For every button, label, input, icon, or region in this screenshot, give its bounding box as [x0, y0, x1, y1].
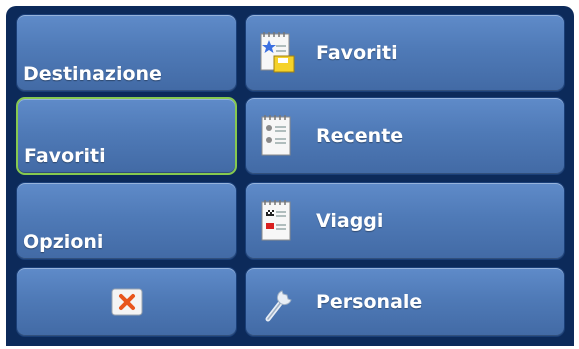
favoriti-tab-button[interactable]: Favoriti [16, 97, 237, 175]
viaggi-label: Viaggi [316, 210, 384, 232]
favoriti-list-label: Favoriti [316, 42, 398, 64]
destinazione-label: Destinazione [23, 63, 162, 85]
close-button[interactable] [16, 267, 237, 337]
recent-notepad-icon [261, 115, 291, 156]
viaggi-button[interactable]: Viaggi [245, 182, 565, 260]
opzioni-label: Opzioni [23, 231, 104, 253]
personale-label: Personale [316, 291, 423, 313]
trips-notepad-icon [261, 200, 291, 241]
opzioni-button[interactable]: Opzioni [16, 182, 237, 260]
destinazione-button[interactable]: Destinazione [16, 14, 237, 92]
favorites-notepad-icon [260, 32, 295, 73]
favoriti-tab-label: Favoriti [24, 145, 106, 167]
recente-button[interactable]: Recente [245, 97, 565, 175]
personale-button[interactable]: Personale [245, 267, 565, 337]
favoriti-list-button[interactable]: Favoriti [245, 14, 565, 92]
navigation-menu-screen: Destinazione Favoriti Opzioni Favoriti R… [6, 6, 574, 346]
wrench-icon [265, 290, 292, 322]
close-x-icon [111, 288, 142, 316]
recente-label: Recente [316, 125, 404, 147]
